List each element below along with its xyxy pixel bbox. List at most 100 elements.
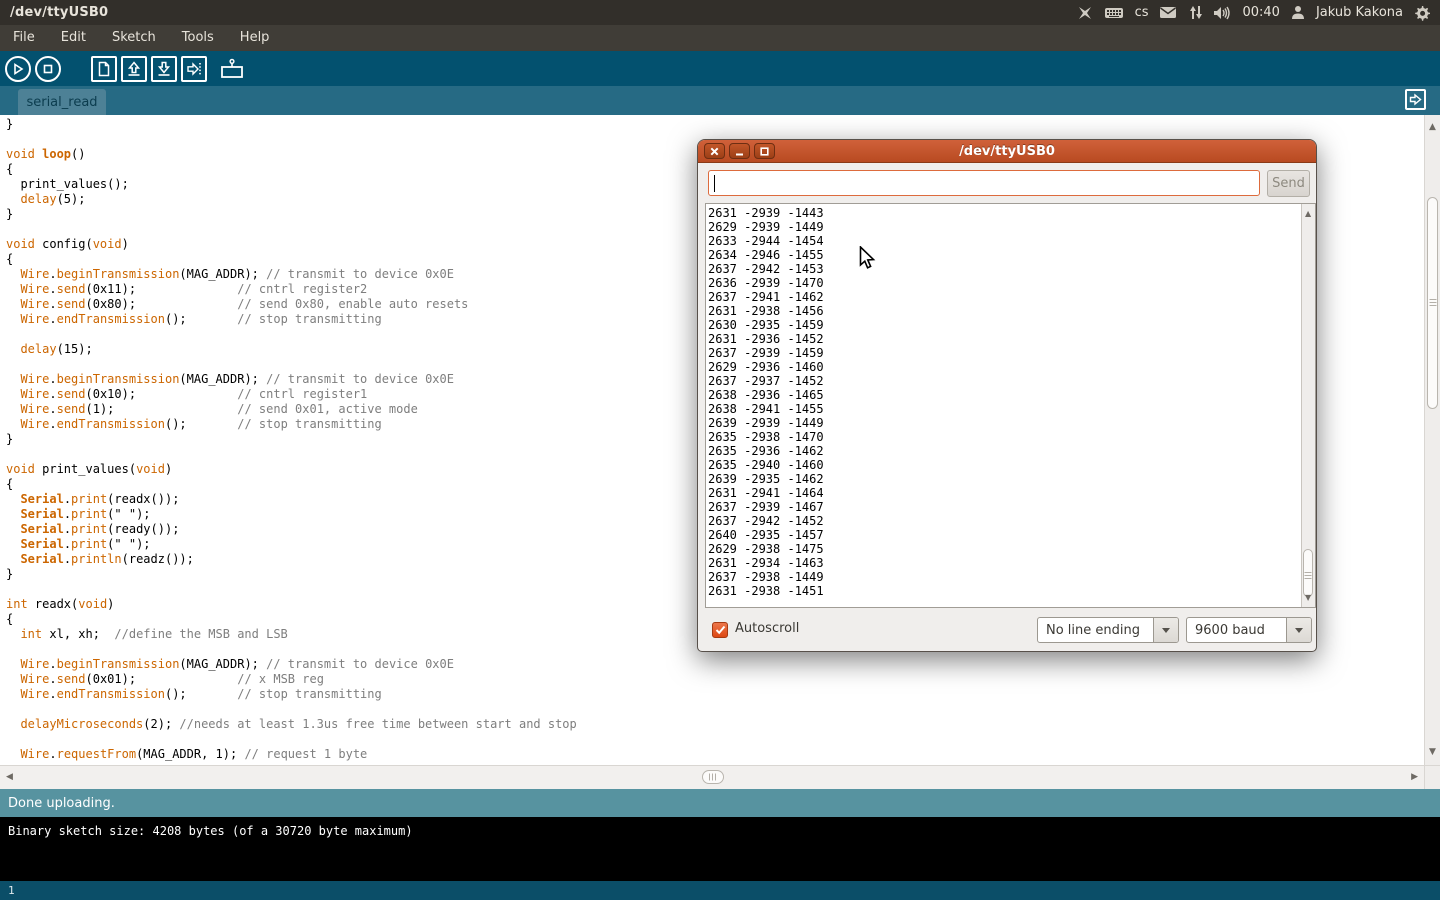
- stop-button[interactable]: [35, 56, 61, 82]
- serial-scrollbar[interactable]: ▲ ▼: [1301, 204, 1315, 607]
- serial-data-row: 2636 -2939 -1470: [708, 276, 824, 290]
- line-number-indicator: 1: [8, 884, 15, 897]
- serial-data-row: 2637 -2938 -1449: [708, 570, 824, 584]
- keyboard-layout-label[interactable]: cs: [1135, 5, 1149, 20]
- system-top-bar: /dev/ttyUSB0 cs 00:40 Jakub Kakona: [0, 0, 1440, 25]
- volume-icon[interactable]: [1213, 6, 1231, 20]
- serial-monitor-button[interactable]: [219, 56, 245, 82]
- session-gear-icon[interactable]: [1414, 5, 1430, 21]
- baud-rate-value: 9600 baud: [1187, 618, 1286, 642]
- menu-tools[interactable]: Tools: [169, 25, 227, 51]
- serial-input-field[interactable]: [708, 170, 1260, 196]
- ide-toolbar: [0, 51, 1440, 86]
- scroll-up-arrow-icon[interactable]: ▲: [1429, 123, 1436, 132]
- autoscroll-label: Autoscroll: [735, 621, 799, 636]
- serial-monitor-window: /dev/ttyUSB0 Send 2631 -2939 -14432629 -…: [697, 139, 1317, 652]
- build-console: Binary sketch size: 4208 bytes (of a 307…: [0, 817, 1440, 881]
- mouse-cursor: [859, 246, 877, 276]
- dropdown-arrow-button[interactable]: [1153, 618, 1178, 642]
- serial-data-row: 2631 -2934 -1463: [708, 556, 824, 570]
- console-output: Binary sketch size: 4208 bytes (of a 307…: [8, 824, 413, 838]
- serial-data-row: 2638 -2941 -1455: [708, 402, 824, 416]
- serial-data-row: 2640 -2935 -1457: [708, 528, 824, 542]
- serial-data-row: 2637 -2941 -1462: [708, 290, 824, 304]
- serial-data-row: 2637 -2942 -1453: [708, 262, 824, 276]
- serial-data-row: 2635 -2938 -1470: [708, 430, 824, 444]
- code-line: [6, 702, 1424, 717]
- code-line: [6, 732, 1424, 747]
- system-tray: cs 00:40 Jakub Kakona: [1077, 5, 1440, 21]
- serial-data-row: 2629 -2938 -1475: [708, 542, 824, 556]
- serial-data-row: 2631 -2938 -1456: [708, 304, 824, 318]
- status-message: Done uploading.: [8, 796, 115, 811]
- menu-help[interactable]: Help: [227, 25, 283, 51]
- editor-horizontal-scrollbar[interactable]: ◀ ▶: [0, 765, 1424, 789]
- app-indicator-icon[interactable]: [1077, 5, 1093, 21]
- code-line: delayMicroseconds(2); //needs at least 1…: [6, 717, 1424, 732]
- code-line: Wire.endTransmission(); // stop transmit…: [6, 687, 1424, 702]
- upload-button[interactable]: [181, 56, 207, 82]
- scroll-right-arrow-icon[interactable]: ▶: [1411, 773, 1418, 782]
- serial-data-row: 2637 -2937 -1452: [708, 374, 824, 388]
- autoscroll-checkbox[interactable]: [712, 622, 728, 638]
- window-title: /dev/ttyUSB0: [0, 5, 108, 20]
- user-name[interactable]: Jakub Kakona: [1316, 5, 1403, 20]
- serial-data-row: 2629 -2939 -1449: [708, 220, 824, 234]
- serial-data-row: 2631 -2938 -1451: [708, 584, 824, 598]
- serial-data-row: 2638 -2936 -1465: [708, 388, 824, 402]
- send-button[interactable]: Send: [1267, 170, 1310, 197]
- code-line: Wire.beginTransmission(MAG_ADDR); // tra…: [6, 657, 1424, 672]
- tab-menu-button[interactable]: [1405, 89, 1426, 110]
- scrollbar-corner: [1424, 765, 1440, 789]
- serial-data-row: 2631 -2941 -1464: [708, 486, 824, 500]
- serial-data-row: 2637 -2939 -1467: [708, 500, 824, 514]
- close-button[interactable]: [704, 143, 725, 159]
- serial-data-row: 2629 -2936 -1460: [708, 360, 824, 374]
- serial-data-row: 2639 -2939 -1449: [708, 416, 824, 430]
- status-bar: Done uploading.: [0, 789, 1440, 817]
- serial-data-row: 2631 -2936 -1452: [708, 332, 824, 346]
- editor-vscroll-thumb[interactable]: [1427, 197, 1438, 409]
- keyboard-layout-icon[interactable]: [1104, 6, 1124, 20]
- editor-hscroll-thumb[interactable]: [702, 770, 724, 784]
- serial-data-row: 2630 -2935 -1459: [708, 318, 824, 332]
- network-updown-icon[interactable]: [1188, 5, 1202, 20]
- open-sketch-button[interactable]: [121, 56, 147, 82]
- tab-serial-read[interactable]: serial_read: [18, 89, 106, 115]
- serial-data-row: 2635 -2936 -1462: [708, 444, 824, 458]
- serial-output-area[interactable]: 2631 -2939 -14432629 -2939 -14492633 -29…: [705, 203, 1316, 608]
- line-ending-dropdown[interactable]: No line ending: [1037, 617, 1179, 643]
- serial-data-row: 2633 -2944 -1454: [708, 234, 824, 248]
- serial-window-title: /dev/ttyUSB0: [698, 144, 1316, 159]
- scroll-left-arrow-icon[interactable]: ◀: [6, 773, 13, 782]
- serial-window-titlebar[interactable]: /dev/ttyUSB0: [698, 140, 1316, 163]
- serial-data-row: 2634 -2946 -1455: [708, 248, 824, 262]
- clock[interactable]: 00:40: [1242, 5, 1279, 20]
- scroll-down-arrow-icon[interactable]: ▼: [1429, 748, 1436, 757]
- serial-scroll-thumb[interactable]: [1303, 549, 1313, 597]
- code-line: Wire.send(0x01); // x MSB reg: [6, 672, 1424, 687]
- baud-rate-dropdown[interactable]: 9600 baud: [1186, 617, 1312, 643]
- mail-icon[interactable]: [1159, 6, 1177, 19]
- dropdown-arrow-button[interactable]: [1286, 618, 1311, 642]
- save-sketch-button[interactable]: [151, 56, 177, 82]
- editor-vertical-scrollbar[interactable]: ▲ ▼: [1424, 115, 1440, 765]
- maximize-button[interactable]: [754, 143, 775, 159]
- menu-sketch[interactable]: Sketch: [99, 25, 169, 51]
- new-sketch-button[interactable]: [91, 56, 117, 82]
- line-ending-value: No line ending: [1038, 618, 1153, 642]
- minimize-button[interactable]: [729, 143, 750, 159]
- scroll-down-arrow-icon[interactable]: ▼: [1305, 593, 1311, 602]
- verify-button[interactable]: [5, 56, 31, 82]
- menu-edit[interactable]: Edit: [48, 25, 99, 51]
- chevron-down-icon: [1162, 628, 1170, 633]
- serial-data-row: 2637 -2942 -1452: [708, 514, 824, 528]
- send-button-label: Send: [1272, 176, 1305, 191]
- serial-data-row: 2635 -2940 -1460: [708, 458, 824, 472]
- menu-file[interactable]: File: [0, 25, 48, 51]
- serial-data-row: 2637 -2939 -1459: [708, 346, 824, 360]
- scroll-up-arrow-icon[interactable]: ▲: [1305, 209, 1311, 218]
- text-caret: [714, 175, 715, 192]
- tab-bar: serial_read: [0, 86, 1440, 115]
- serial-data-row: 2639 -2935 -1462: [708, 472, 824, 486]
